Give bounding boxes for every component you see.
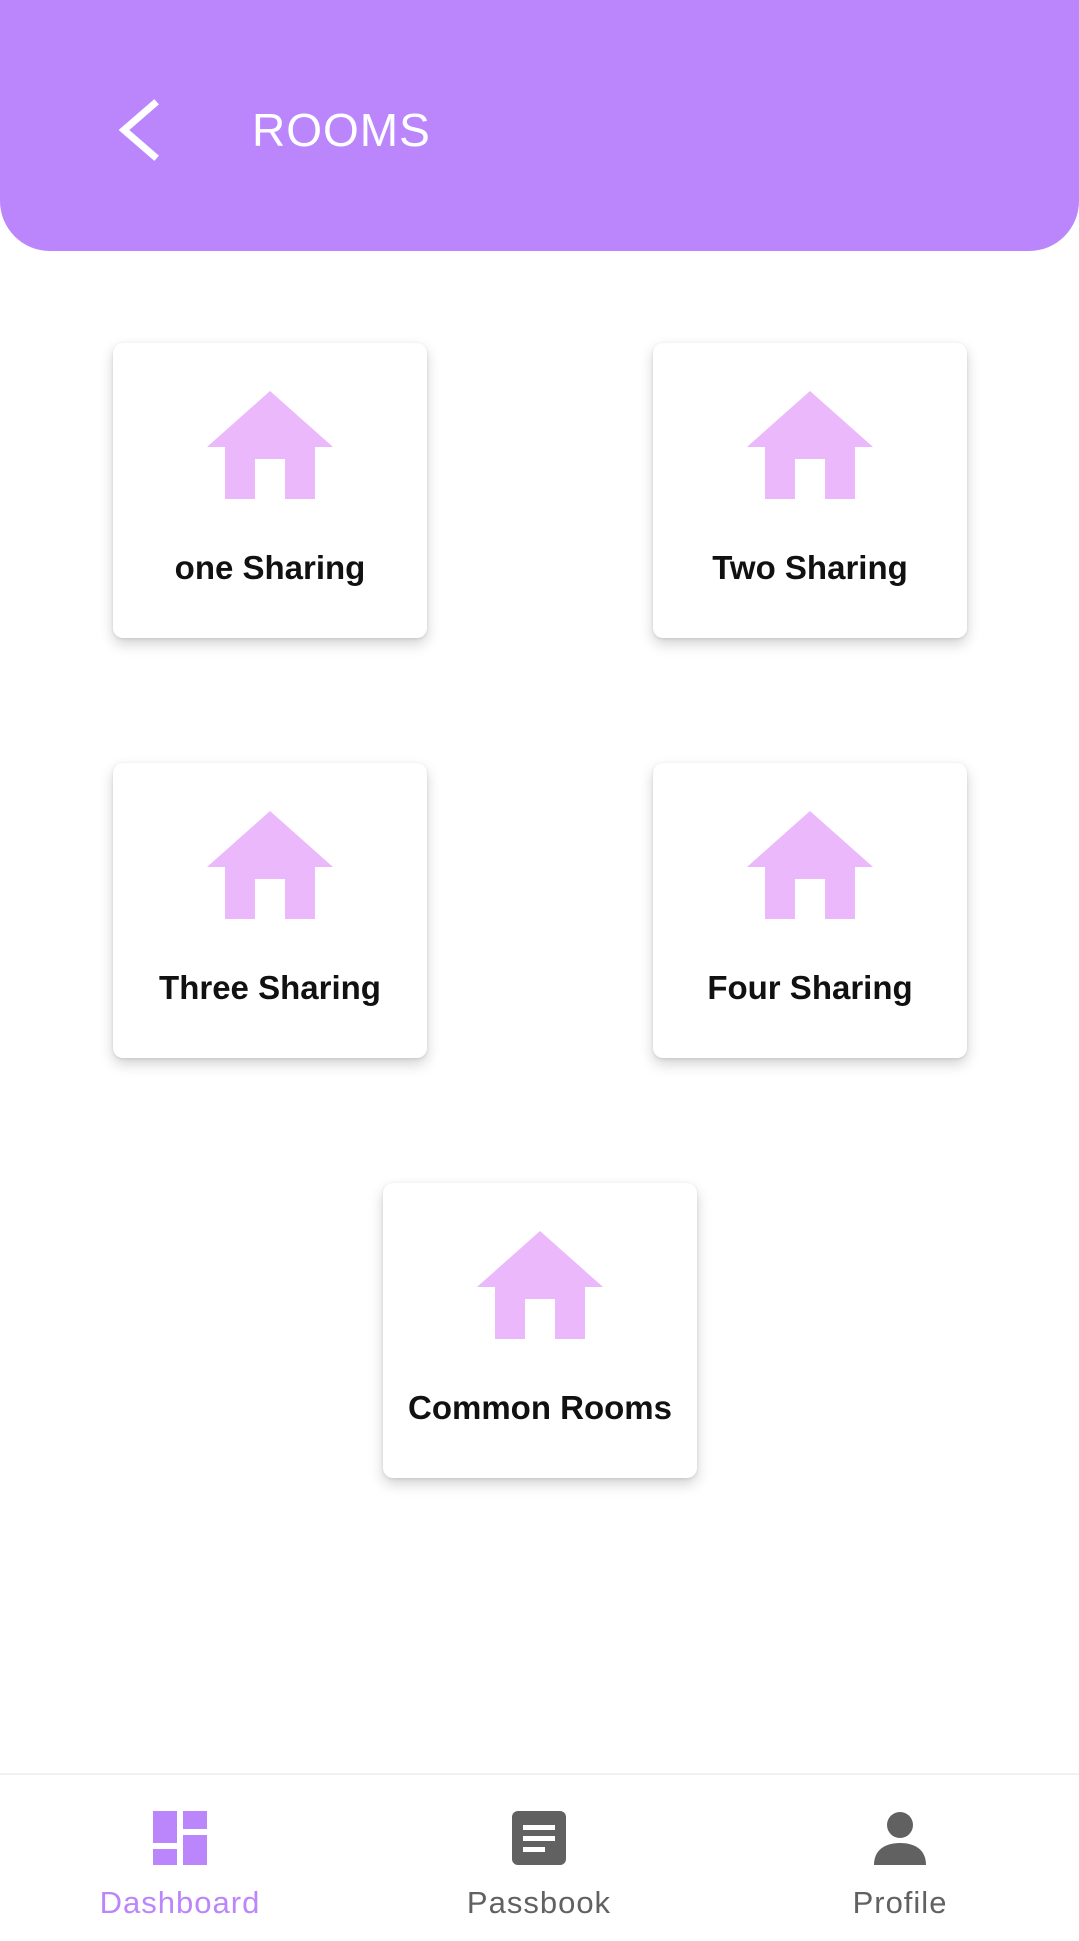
house-icon [477, 1231, 603, 1339]
dashboard-icon [151, 1809, 209, 1867]
room-card-one-sharing[interactable]: one Sharing [113, 343, 427, 638]
nav-profile[interactable]: Profile [790, 1775, 1010, 1941]
nav-label: Profile [852, 1885, 948, 1920]
card-label: Common Rooms [408, 1389, 672, 1426]
card-label: one Sharing [174, 549, 366, 586]
room-card-common-rooms[interactable]: Common Rooms [383, 1183, 697, 1478]
nav-label: Passbook [466, 1885, 612, 1920]
nav-passbook[interactable]: Passbook [429, 1775, 649, 1941]
page-title: ROOMS [252, 104, 431, 156]
room-card-four-sharing[interactable]: Four Sharing [653, 763, 967, 1058]
nav-label: Dashboard [99, 1885, 261, 1920]
nav-dashboard[interactable]: Dashboard [70, 1775, 290, 1941]
room-card-two-sharing[interactable]: Two Sharing [653, 343, 967, 638]
card-label: Two Sharing [712, 549, 908, 586]
house-icon [747, 811, 873, 919]
chevron-left-icon [118, 99, 159, 161]
card-label: Three Sharing [159, 969, 381, 1006]
person-icon [871, 1809, 929, 1867]
room-card-three-sharing[interactable]: Three Sharing [113, 763, 427, 1058]
bottom-navigation: Dashboard Passbook Profile [0, 1773, 1079, 1941]
house-icon [747, 391, 873, 499]
card-label: Four Sharing [707, 969, 913, 1006]
back-button[interactable] [100, 90, 180, 170]
house-icon [207, 391, 333, 499]
house-icon [207, 811, 333, 919]
document-icon [510, 1809, 568, 1867]
app-header: ROOMS [0, 0, 1079, 251]
